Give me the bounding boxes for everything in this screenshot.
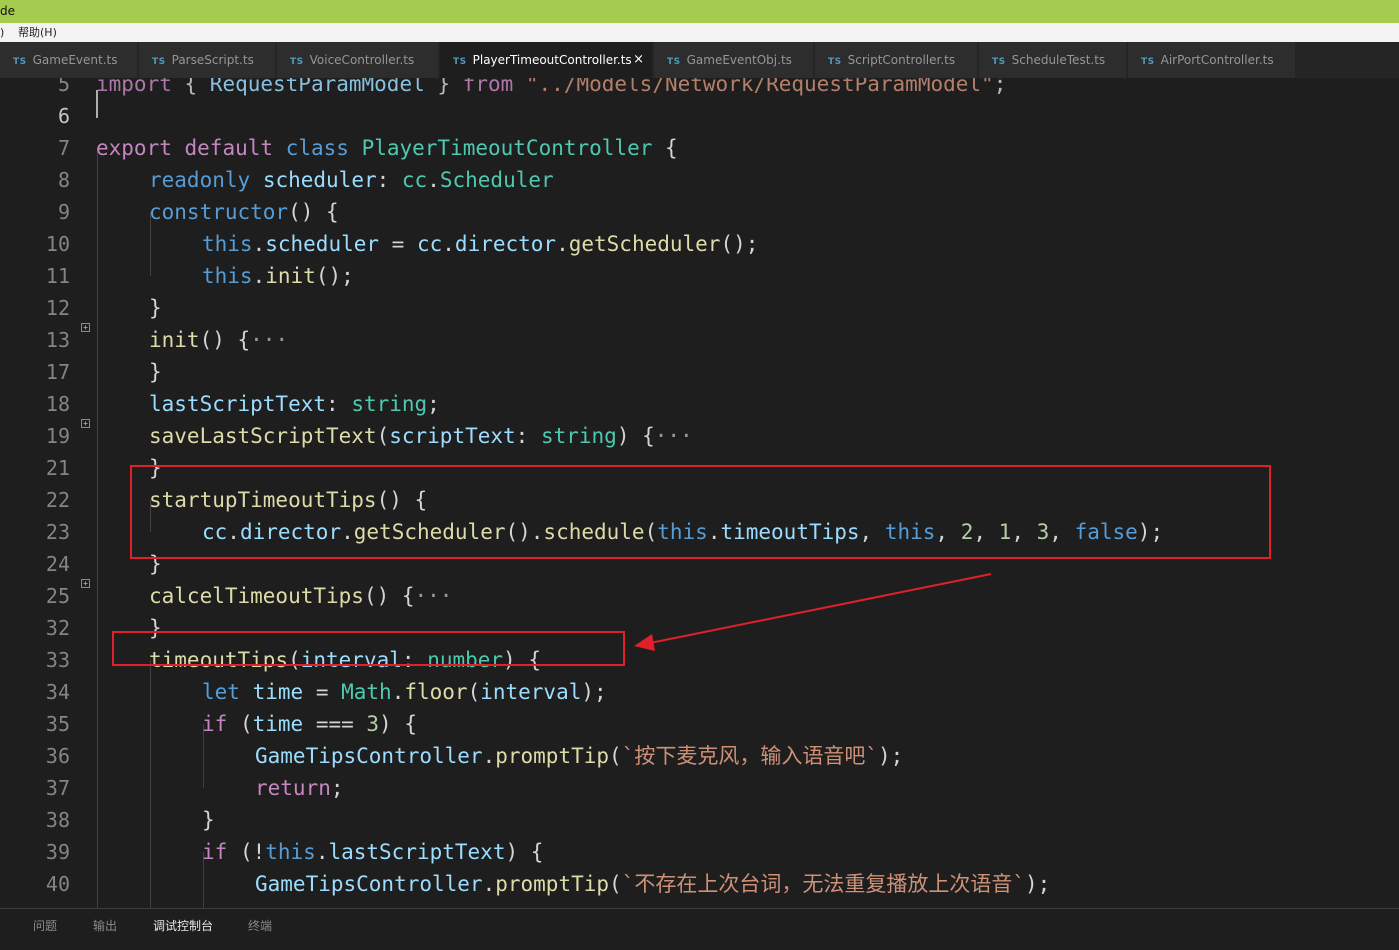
line-number: 11 (45, 264, 70, 288)
code-line: GameTipsController.promptTip(`按下麦克风，输入语音… (255, 744, 904, 768)
line-number: 40 (45, 872, 70, 896)
typescript-file-icon: TS (828, 57, 842, 67)
code-line: init() {··· (149, 328, 289, 352)
tab-gameeventobj[interactable]: TS GameEventObj.ts (654, 42, 814, 78)
code-line: this.init(); (202, 264, 354, 288)
tab-scheduletest[interactable]: TS ScheduleTest.ts (979, 42, 1127, 78)
line-number: 35 (45, 712, 70, 736)
tab-label: GameEventObj.ts (686, 53, 792, 67)
line-number: 21 (45, 456, 70, 480)
tab-debug-console[interactable]: 调试控制台 (153, 909, 213, 943)
tab-output[interactable]: 输出 (93, 909, 117, 943)
line-number: 23 (45, 520, 70, 544)
code-line: export default class PlayerTimeoutContro… (96, 136, 678, 160)
typescript-file-icon: TS (13, 57, 27, 67)
tab-problems[interactable]: 问题 (33, 909, 57, 943)
expand-fold-icon[interactable]: + (81, 323, 90, 332)
line-number: 7 (57, 136, 70, 160)
code-line: return; (255, 776, 344, 800)
line-number: 39 (45, 840, 70, 864)
line-number: 33 (45, 648, 70, 672)
line-number: 5 (57, 78, 70, 96)
code-line: calcelTimeoutTips() {··· (149, 584, 453, 608)
tab-gameevent[interactable]: TS GameEvent.ts (0, 42, 138, 78)
menu-bar: ) 帮助(H) (0, 23, 1399, 42)
code-line: constructor() { (149, 200, 339, 224)
code-line: } (149, 360, 162, 384)
menu-item-help[interactable]: 帮助(H) (18, 23, 57, 42)
line-number: 32 (45, 616, 70, 640)
line-number: 17 (45, 360, 70, 384)
typescript-file-icon: TS (290, 57, 304, 67)
panel-tab-bar: 问题 输出 调试控制台 终端 (0, 908, 1399, 942)
window-title: de (0, 4, 15, 18)
tab-terminal[interactable]: 终端 (248, 909, 272, 943)
line-number: 12 (45, 296, 70, 320)
code-line: this.scheduler = cc.director.getSchedule… (202, 232, 759, 256)
tab-label: ScheduleTest.ts (1011, 53, 1106, 67)
close-icon[interactable]: × (633, 42, 644, 78)
line-number: 37 (45, 776, 70, 800)
panel-body (0, 942, 1399, 950)
code-line: if (time === 3) { (202, 712, 417, 736)
line-number: 10 (45, 232, 70, 256)
line-number: 13 (45, 328, 70, 352)
typescript-file-icon: TS (152, 57, 166, 67)
line-number: 8 (57, 168, 70, 192)
expand-fold-icon[interactable]: + (81, 579, 90, 588)
code-line: return; (255, 900, 344, 908)
tab-scriptcontroller[interactable]: TS ScriptController.ts (815, 42, 978, 78)
tab-playertimeoutcontroller[interactable]: TS PlayerTimeoutController.ts × (440, 42, 653, 78)
tab-label: GameEvent.ts (32, 53, 118, 67)
title-bar: de (0, 0, 1399, 23)
line-number: 6 (57, 104, 70, 128)
expand-fold-icon[interactable]: + (81, 419, 90, 428)
tab-voicecontroller[interactable]: TS VoiceController.ts (277, 42, 439, 78)
line-number: 34 (45, 680, 70, 704)
tab-label: ParseScript.ts (171, 53, 254, 67)
line-number: 38 (45, 808, 70, 832)
typescript-file-icon: TS (453, 57, 467, 67)
editor-tab-bar: TS GameEvent.ts TS ParseScript.ts TS VoiceC… (0, 42, 1399, 78)
line-number: 25 (45, 584, 70, 608)
typescript-file-icon: TS (667, 57, 681, 67)
line-number: 9 (57, 200, 70, 224)
text-cursor (96, 90, 98, 118)
line-number: 19 (45, 424, 70, 448)
code-line: let time = Math.floor(interval); (202, 680, 607, 704)
tab-parsescript[interactable]: TS ParseScript.ts (139, 42, 276, 78)
code-line: } (149, 296, 162, 320)
code-line: lastScriptText: string; (149, 392, 440, 416)
typescript-file-icon: TS (992, 57, 1006, 67)
tab-label: PlayerTimeoutController.ts (472, 53, 632, 67)
typescript-file-icon: TS (1141, 57, 1155, 67)
line-number: 41 (0, 900, 70, 908)
tab-airportcontroller[interactable]: TS AirPortController.ts (1128, 42, 1296, 78)
tab-label: ScriptController.ts (847, 53, 956, 67)
tab-label: AirPortController.ts (1160, 53, 1274, 67)
line-number: 22 (45, 488, 70, 512)
line-number: 24 (45, 552, 70, 576)
code-line: saveLastScriptText(scriptText: string) {… (149, 424, 693, 448)
line-number: 18 (45, 392, 70, 416)
code-line: GameTipsController.promptTip(`不存在上次台词，无法… (255, 872, 1051, 896)
highlight-box-schedule-call (130, 465, 1271, 559)
code-line: readonly scheduler: cc.Scheduler (149, 168, 554, 192)
highlight-box-timeouttips (112, 631, 625, 666)
indent-guide (150, 660, 151, 908)
line-number: 36 (45, 744, 70, 768)
code-line: } (202, 808, 215, 832)
indent-guide (97, 148, 98, 908)
tab-label: VoiceController.ts (309, 53, 415, 67)
code-line: if (!this.lastScriptText) { (202, 840, 544, 864)
code-line: import { RequestParamModel } from "../Mo… (96, 78, 1007, 96)
menu-item-partial[interactable]: ) (0, 23, 4, 42)
